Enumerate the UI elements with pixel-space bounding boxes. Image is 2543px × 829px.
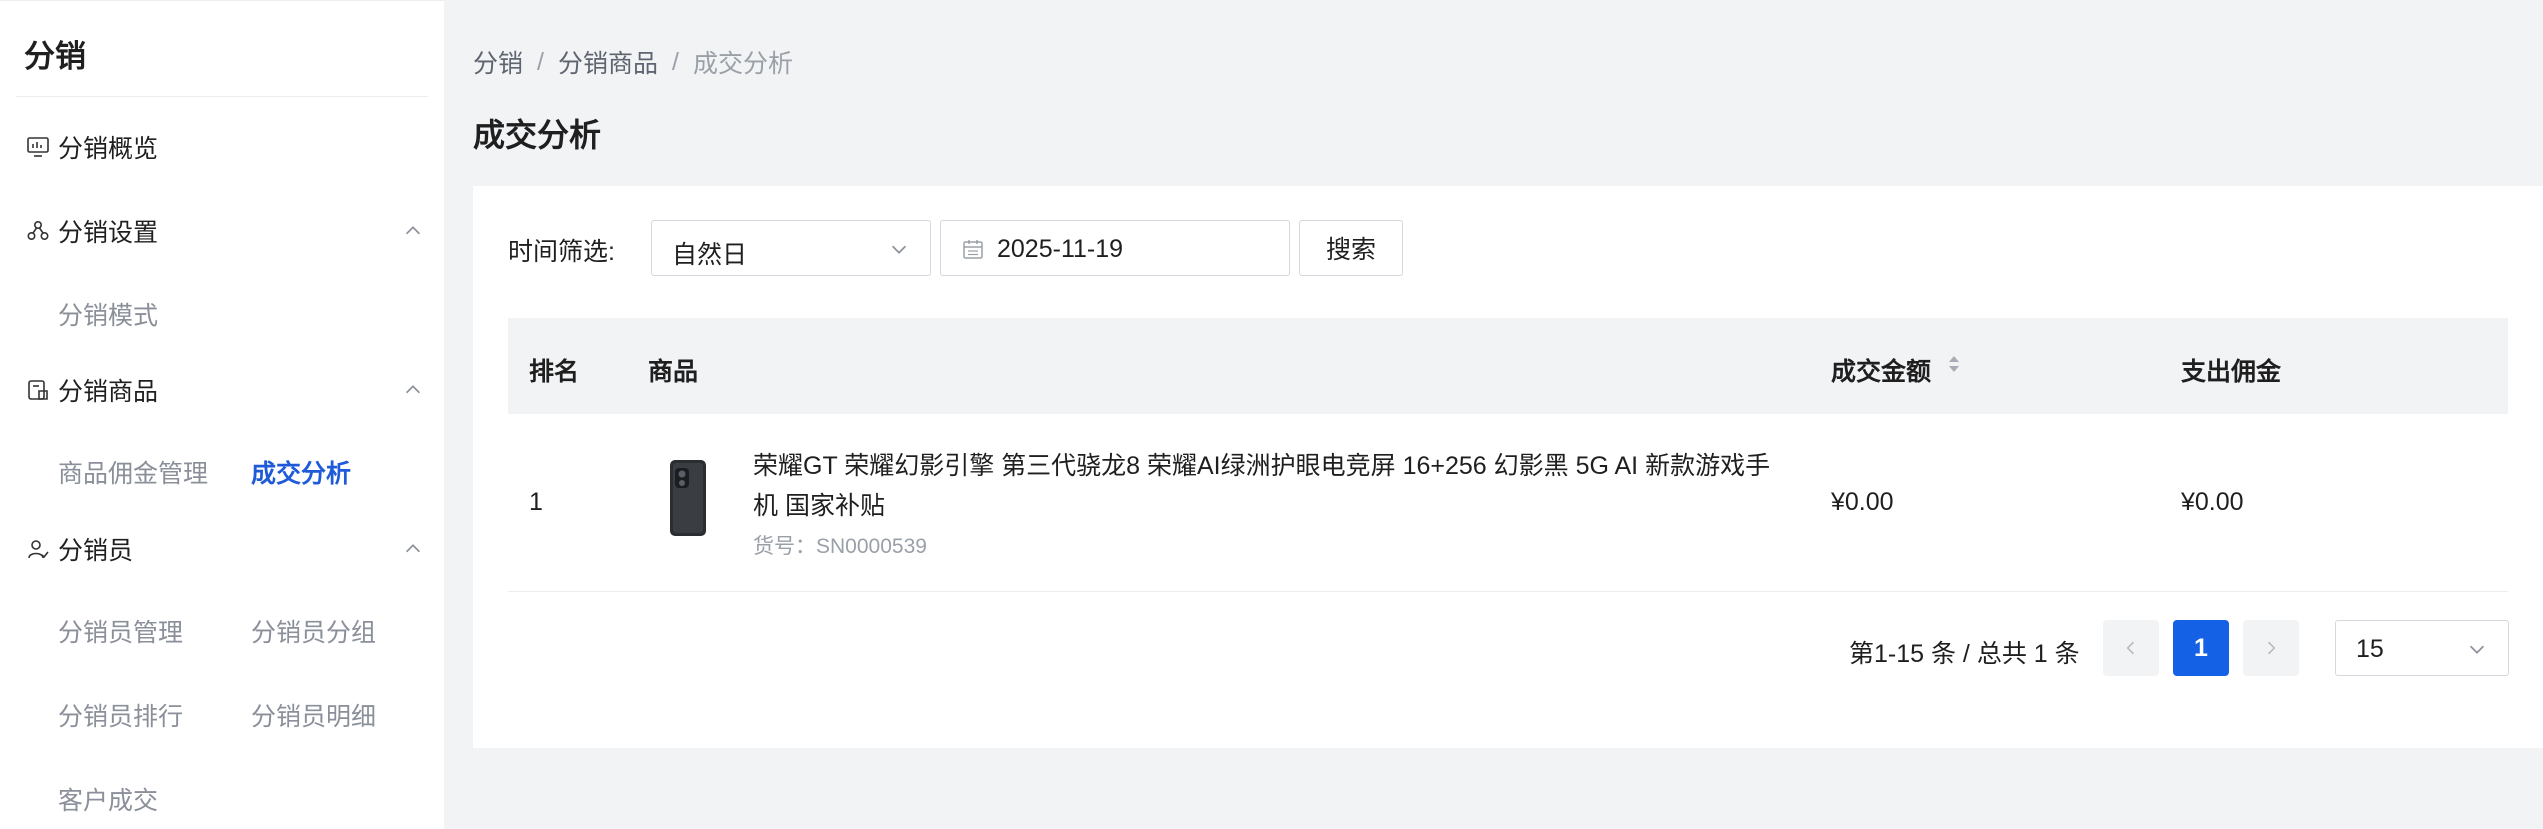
- sidebar-item-label: 分销设置: [58, 219, 159, 247]
- sidebar: 分销 分销概览 分销设置 分销模式 分销商品 商品佣金管理 成交分析 分销员 分…: [0, 0, 444, 829]
- page-size-select[interactable]: 15: [2335, 620, 2509, 676]
- sidebar-subitem-customer-deals[interactable]: 客户成交: [58, 781, 158, 817]
- chevron-down-icon: [891, 245, 907, 254]
- sidebar-title: 分销: [24, 39, 86, 74]
- breadcrumb: 分销 / 分销商品 / 成交分析: [473, 44, 793, 80]
- content-card: 时间筛选: 自然日 2025-11-19 搜索 排名 商品 成交金额 支出佣金 …: [473, 186, 2543, 748]
- breadcrumb-separator: /: [537, 47, 544, 76]
- sidebar-divider: [16, 96, 428, 97]
- monitor-chart-icon: [27, 137, 49, 157]
- prev-page-button[interactable]: [2103, 620, 2159, 676]
- product-name[interactable]: 荣耀GT 荣耀幻影引擎 第三代骁龙8 荣耀AI绿洲护眼电竞屏 16+256 幻影…: [753, 446, 1773, 526]
- period-select-value: 自然日: [672, 241, 748, 269]
- page-title: 成交分析: [473, 117, 602, 153]
- sidebar-item-label: 分销员: [58, 537, 134, 565]
- sidebar-subitem-mode[interactable]: 分销模式: [58, 296, 158, 332]
- sidebar-item-products[interactable]: 分销商品: [0, 360, 444, 420]
- sidebar-item-overview[interactable]: 分销概览: [0, 117, 444, 177]
- column-header-product: 商品: [648, 358, 699, 386]
- amount-cell: ¥0.00: [1831, 488, 1894, 516]
- page-button-current[interactable]: 1: [2173, 620, 2229, 676]
- column-header-commission: 支出佣金: [2181, 358, 2282, 386]
- app-root: 分销 分销概览 分销设置 分销模式 分销商品 商品佣金管理 成交分析 分销员 分…: [0, 0, 2543, 829]
- breadcrumb-separator: /: [671, 47, 679, 76]
- sidebar-subitem-manage[interactable]: 分销员管理: [58, 613, 183, 649]
- search-button[interactable]: 搜索: [1299, 220, 1403, 276]
- sidebar-subitem-deal-analysis[interactable]: 成交分析: [251, 454, 351, 490]
- rank-cell: 1: [529, 488, 543, 516]
- page-size-value: 15: [2356, 635, 2384, 663]
- product-thumbnail[interactable]: [668, 458, 708, 538]
- sidebar-item-label: 分销概览: [58, 135, 159, 163]
- sidebar-subitem-details[interactable]: 分销员明细: [251, 697, 376, 733]
- sidebar-item-label: 分销商品: [58, 378, 159, 406]
- nodes-icon: [27, 220, 49, 241]
- product-sku: 货号：SN0000539: [753, 535, 927, 558]
- chevron-up-icon: [405, 226, 421, 235]
- sidebar-subitem-ranking[interactable]: 分销员排行: [58, 697, 183, 733]
- table-row: 1 荣耀GT 荣耀幻影引擎 第三代骁龙8 荣耀AI绿洲护眼电竞屏 16+256 …: [508, 414, 2508, 592]
- date-value: 2025-11-19: [997, 235, 1124, 263]
- column-header-rank: 排名: [529, 358, 580, 386]
- sidebar-item-settings[interactable]: 分销设置: [0, 201, 444, 261]
- sidebar-subitem-groups[interactable]: 分销员分组: [251, 613, 376, 649]
- column-header-amount[interactable]: 成交金额: [1831, 352, 1931, 388]
- chevron-up-icon: [405, 385, 421, 394]
- chevron-left-icon: [2126, 641, 2135, 655]
- period-select[interactable]: 自然日: [651, 220, 931, 276]
- sidebar-item-distributors[interactable]: 分销员: [0, 519, 444, 579]
- calendar-icon: [963, 240, 983, 259]
- date-picker[interactable]: 2025-11-19: [940, 220, 1290, 276]
- table-header: 排名 商品 成交金额 支出佣金: [508, 318, 2508, 414]
- sidebar-subitem-commission[interactable]: 商品佣金管理: [58, 454, 208, 490]
- product-tag-icon: [28, 380, 48, 400]
- breadcrumb-item[interactable]: 分销商品: [558, 44, 658, 80]
- time-filter-label: 时间筛选:: [508, 238, 615, 266]
- chevron-up-icon: [405, 544, 421, 553]
- sort-icon[interactable]: [1946, 352, 1962, 378]
- chevron-right-icon: [2267, 641, 2276, 655]
- chevron-down-icon: [2469, 645, 2485, 654]
- next-page-button[interactable]: [2243, 620, 2299, 676]
- user-icon: [28, 540, 49, 559]
- breadcrumb-current: 成交分析: [692, 50, 793, 78]
- breadcrumb-item[interactable]: 分销: [473, 44, 523, 80]
- commission-cell: ¥0.00: [2181, 488, 2244, 516]
- pagination-total: 第1-15 条 / 总共 1 条: [1849, 640, 2080, 668]
